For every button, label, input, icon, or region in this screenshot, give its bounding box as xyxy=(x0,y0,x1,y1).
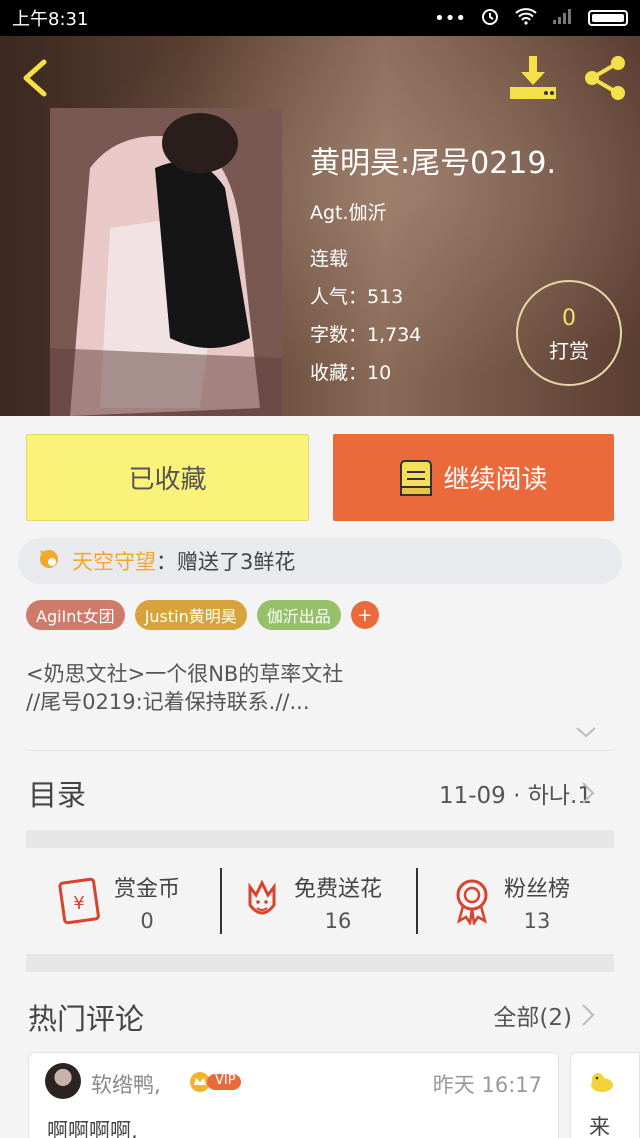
tip-button[interactable]: 0 打赏 xyxy=(516,280,622,386)
comment-card[interactable]: 软绺鸭, VIP 昨天 16:17 啊啊啊啊, xyxy=(28,1052,559,1138)
download-button[interactable] xyxy=(508,54,558,102)
status-bar: 上午8:31 ••• xyxy=(0,0,640,36)
section-divider xyxy=(26,830,614,848)
avatar[interactable] xyxy=(45,1063,81,1099)
description-line: //尾号0219:记着保持联系.//... xyxy=(26,690,310,714)
share-button[interactable] xyxy=(580,54,630,102)
comment-text: 来 xyxy=(589,1115,610,1138)
book-favorites: 收藏：10 xyxy=(310,362,392,384)
divider xyxy=(416,868,418,934)
stat-value: 16 xyxy=(324,909,352,933)
duck-emoji-icon xyxy=(589,1071,615,1093)
medal-icon xyxy=(450,875,494,929)
stat-label: 免费送花 xyxy=(294,877,383,902)
book-title: 黄明昊:尾号0219. xyxy=(310,146,556,181)
book-status: 连载 xyxy=(310,248,349,270)
hot-comments-title: 热门评论 xyxy=(28,1002,145,1036)
stat-label: 赏金币 xyxy=(114,877,181,902)
favorite-button[interactable]: 已收藏 xyxy=(26,434,309,521)
comment-card[interactable]: 来 xyxy=(570,1052,640,1138)
more-dots-icon: ••• xyxy=(434,7,466,29)
wifi-icon xyxy=(514,7,538,30)
book-description[interactable]: <奶思文社>一个很NB的草率文社 //尾号0219:记着保持联系.//... xyxy=(26,660,606,716)
gift-notice[interactable]: 天空守望 ：赠送了3鲜花 xyxy=(18,538,622,584)
vip-badge: VIP xyxy=(189,1071,243,1093)
all-comments-link[interactable]: 全部(2) xyxy=(493,998,572,1032)
status-time: 上午8:31 xyxy=(12,9,89,30)
flower-icon xyxy=(36,546,62,577)
stat-label: 粉丝榜 xyxy=(504,877,571,902)
tag-list: AgiInt女团 Justin黄明昊 伽沂出品 + xyxy=(26,600,379,630)
toc-latest-chapter[interactable]: 11-09 · 하나.1 xyxy=(439,776,592,810)
stat-flowers[interactable]: 免费送花 16 xyxy=(240,866,382,938)
tag-item[interactable]: 伽沂出品 xyxy=(256,600,341,630)
book-header: 黄明昊:尾号0219. Agt.伽沂 连载 人气：513 字数：1,734 收藏… xyxy=(0,36,640,416)
divider xyxy=(26,750,614,751)
book-author[interactable]: Agt.伽沂 xyxy=(310,198,387,225)
back-arrow-icon xyxy=(23,59,47,97)
book-cover-image[interactable] xyxy=(50,108,282,416)
description-line: <奶思文社>一个很NB的草率文社 xyxy=(26,662,344,686)
red-envelope-icon: ¥ xyxy=(54,875,104,929)
continue-reading-button[interactable]: 继续阅读 xyxy=(333,434,614,521)
download-icon xyxy=(510,56,556,99)
stat-fans[interactable]: 粉丝榜 13 xyxy=(450,866,570,938)
add-tag-button[interactable]: + xyxy=(350,601,379,629)
comment-time: 昨天 16:17 xyxy=(432,1073,542,1097)
section-divider xyxy=(26,954,614,972)
back-button[interactable] xyxy=(16,56,56,100)
continue-reading-label: 继续阅读 xyxy=(443,465,548,495)
divider xyxy=(220,868,222,934)
tag-item[interactable]: Justin黄明昊 xyxy=(134,600,247,630)
comment-text: 啊啊啊啊, xyxy=(47,1119,138,1138)
svg-text:¥: ¥ xyxy=(73,893,84,914)
favorite-button-label: 已收藏 xyxy=(128,465,207,495)
signal-icon xyxy=(552,8,574,29)
gift-message: ：赠送了3鲜花 xyxy=(156,550,296,574)
stat-value: 13 xyxy=(523,909,551,933)
stat-coins[interactable]: ¥ 赏金币 0 xyxy=(54,866,180,938)
flower-outline-icon xyxy=(240,875,284,929)
toc-title[interactable]: 目录 xyxy=(28,772,86,814)
comment-username[interactable]: 软绺鸭, xyxy=(91,1069,161,1099)
chevron-right-icon[interactable] xyxy=(580,780,596,806)
chevron-right-icon[interactable] xyxy=(580,1002,596,1028)
tip-count: 0 xyxy=(562,306,576,331)
share-icon xyxy=(585,56,625,100)
book-icon xyxy=(399,459,433,497)
book-popularity: 人气：513 xyxy=(310,286,404,308)
stat-value: 0 xyxy=(140,909,154,933)
gift-sender[interactable]: 天空守望 xyxy=(72,546,156,576)
book-word-count: 字数：1,734 xyxy=(310,324,422,346)
tag-item[interactable]: AgiInt女团 xyxy=(26,600,125,630)
battery-icon xyxy=(588,10,628,26)
expand-description-button[interactable] xyxy=(574,722,598,742)
vip-badge-label: VIP xyxy=(215,1073,236,1088)
tip-label: 打赏 xyxy=(549,339,589,363)
chevron-down-icon xyxy=(576,727,596,738)
alarm-icon xyxy=(480,6,500,31)
